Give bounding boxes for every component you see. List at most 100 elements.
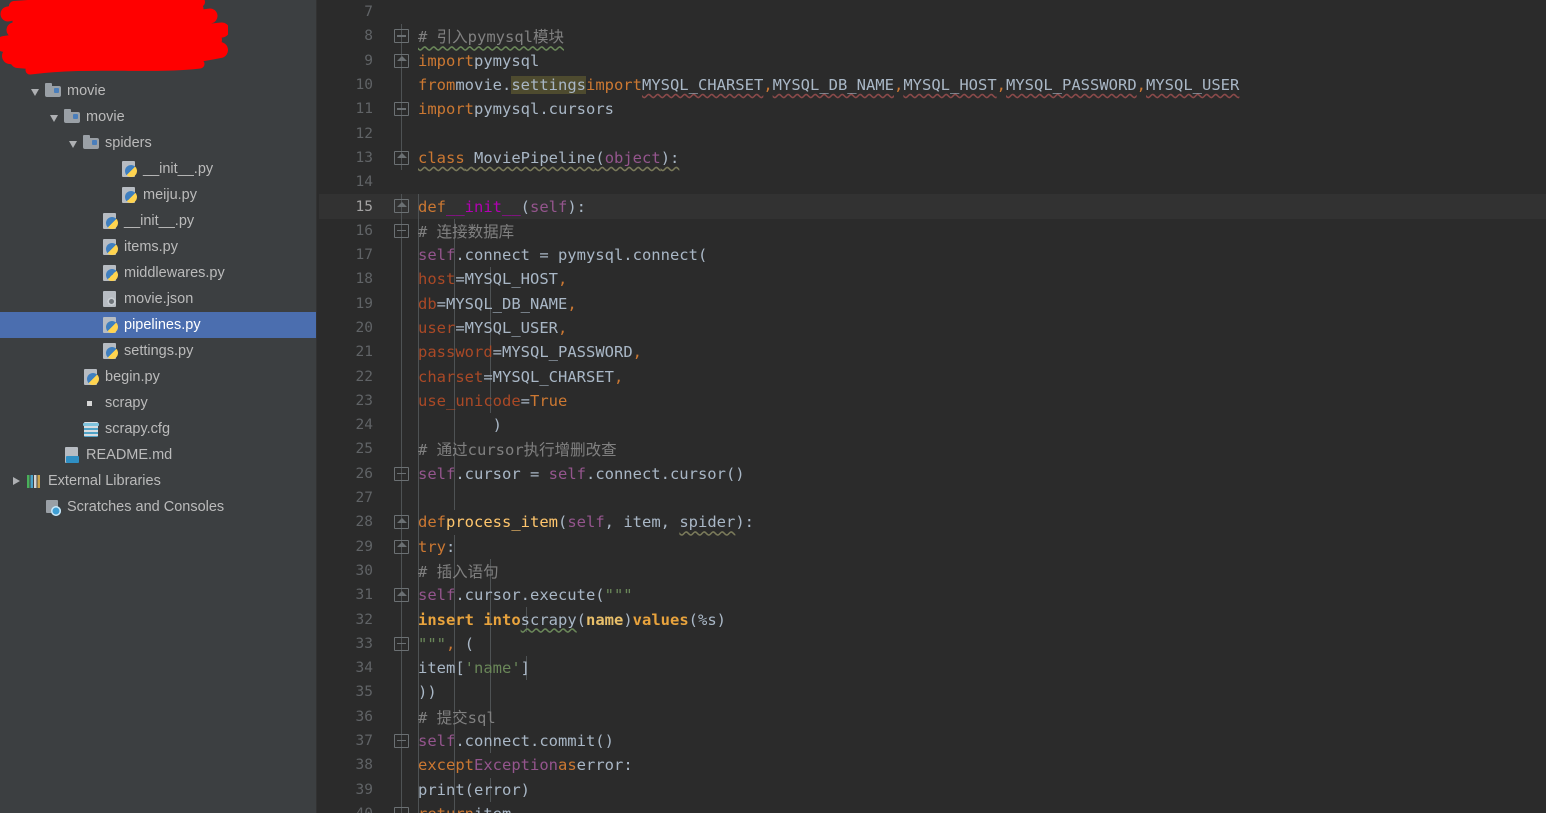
chevron-down-icon[interactable] [67, 137, 80, 150]
fold-gutter[interactable] [389, 583, 415, 608]
tree-item-movie[interactable]: movie [0, 78, 316, 104]
fold-gutter[interactable] [389, 194, 415, 219]
chevron-down-icon[interactable] [29, 85, 42, 98]
tree-item-middlewares-py[interactable]: middlewares.py [0, 260, 316, 286]
code-line[interactable]: 35 )) [319, 680, 1546, 705]
tree-item-scrapy[interactable]: scrapy [0, 390, 316, 416]
tree-item-spiders[interactable]: spiders [0, 130, 316, 156]
code-line[interactable]: 18 host = MYSQL_HOST, [319, 267, 1546, 292]
tree-item-meiju-py[interactable]: meiju.py [0, 182, 316, 208]
tree-item-begin-py[interactable]: begin.py [0, 364, 316, 390]
fold-gutter[interactable] [389, 607, 415, 632]
tree-item-redacted[interactable] [0, 26, 316, 52]
fold-gutter[interactable] [389, 388, 415, 414]
fold-gutter[interactable] [389, 242, 415, 268]
code-line[interactable]: 27 [319, 485, 1546, 511]
fold-gutter[interactable] [389, 145, 415, 171]
code-line[interactable]: 38 except Exception as error: [319, 753, 1546, 778]
fold-gutter[interactable] [389, 364, 415, 389]
tree-item-pipelines-py[interactable]: pipelines.py [0, 312, 316, 338]
fold-region-icon[interactable] [394, 636, 409, 651]
fold-region-icon[interactable] [394, 102, 409, 117]
code-line[interactable]: 21 password = MYSQL_PASSWORD, [319, 340, 1546, 365]
fold-gutter[interactable] [389, 656, 415, 681]
code-line[interactable]: 12 [319, 121, 1546, 146]
code-line[interactable]: 33 """, ( [319, 631, 1546, 657]
fold-gutter[interactable] [389, 510, 415, 535]
tree-item-settings-py[interactable]: settings.py [0, 338, 316, 364]
code-line[interactable]: 11 import pymysql.cursors [319, 97, 1546, 122]
fold-gutter[interactable] [389, 121, 415, 146]
fold-gutter[interactable] [389, 48, 415, 73]
fold-gutter[interactable] [389, 437, 415, 462]
code-line[interactable]: 23 use_unicode = True [319, 388, 1546, 414]
fold-gutter[interactable] [389, 558, 415, 584]
fold-gutter[interactable] [389, 631, 415, 657]
fold-region-icon[interactable] [394, 806, 409, 813]
fold-expanded-icon[interactable] [394, 199, 409, 214]
code-line[interactable]: 9 import pymysql [319, 48, 1546, 73]
fold-expanded-icon[interactable] [394, 53, 409, 68]
fold-gutter[interactable] [389, 413, 415, 438]
fold-gutter[interactable] [389, 534, 415, 559]
code-line[interactable]: 40 return item [319, 801, 1546, 813]
fold-gutter[interactable] [389, 753, 415, 778]
fold-expanded-icon[interactable] [394, 539, 409, 554]
code-line[interactable]: 10 from movie. settings import MYSQL_CHARS… [319, 72, 1546, 98]
code-line[interactable]: 14 [319, 170, 1546, 194]
fold-gutter[interactable] [389, 728, 415, 754]
code-line[interactable]: 31 self .cursor.execute(""" [319, 583, 1546, 608]
fold-region-icon[interactable] [394, 733, 409, 748]
code-line[interactable]: 26 self .cursor = self .connect.cursor() [319, 461, 1546, 486]
fold-gutter[interactable] [389, 218, 415, 243]
code-line[interactable]: 8 # 引入pymysql模块 [319, 24, 1546, 49]
code-line[interactable]: 36 # 提交sql [319, 704, 1546, 729]
tree-item-external-libraries[interactable]: External Libraries [0, 468, 316, 494]
code-line[interactable]: 13 class MoviePipeline(object): [319, 145, 1546, 171]
tree-item-redacted[interactable] [0, 52, 316, 78]
tree-item-init-py[interactable]: __init__.py [0, 208, 316, 234]
fold-gutter[interactable] [389, 291, 415, 316]
fold-expanded-icon[interactable] [394, 515, 409, 530]
fold-gutter[interactable] [389, 340, 415, 365]
chevron-down-icon[interactable] [48, 111, 61, 124]
tree-item-items-py[interactable]: items.py [0, 234, 316, 260]
code-line[interactable]: 24 ) [319, 413, 1546, 438]
code-line[interactable]: 19 db = MYSQL_DB_NAME, [319, 291, 1546, 316]
tree-item-movie-json[interactable]: movie.json [0, 286, 316, 312]
code-line[interactable]: 16 # 连接数据库 [319, 218, 1546, 243]
fold-gutter[interactable] [389, 97, 415, 122]
code-line[interactable]: 32 insert into scrapy(name) values (%s) [319, 607, 1546, 632]
fold-gutter[interactable] [389, 680, 415, 705]
code-line[interactable]: 34 item['name'] [319, 656, 1546, 681]
fold-region-icon[interactable] [394, 29, 409, 44]
fold-gutter[interactable] [389, 801, 415, 813]
tree-item-init-py[interactable]: __init__.py [0, 156, 316, 182]
fold-region-icon[interactable] [394, 466, 409, 481]
tree-item-readme-md[interactable]: README.md [0, 442, 316, 468]
fold-gutter[interactable] [389, 704, 415, 729]
code-line[interactable]: 7 [319, 0, 1546, 24]
code-line[interactable]: 25 # 通过cursor执行增删改查 [319, 437, 1546, 462]
project-tree[interactable]: movie movie spiders __init__.py meiju.py __in… [0, 0, 316, 520]
tree-item-scratches-and-consoles[interactable]: Scratches and Consoles [0, 494, 316, 520]
chevron-right-icon[interactable] [29, 33, 42, 46]
code-line[interactable]: 22 charset = MYSQL_CHARSET, [319, 364, 1546, 389]
code-editor[interactable]: 7 8 # 引入pymysql模块 9 import pymysql 10 from mov… [319, 0, 1546, 813]
code-line[interactable]: 39 print (error) [319, 777, 1546, 802]
fold-gutter[interactable] [389, 0, 415, 24]
code-line[interactable]: 20 user = MYSQL_USER, [319, 315, 1546, 341]
tree-item-redacted[interactable] [0, 0, 316, 26]
fold-gutter[interactable] [389, 461, 415, 486]
chevron-right-icon[interactable] [10, 475, 23, 488]
fold-gutter[interactable] [389, 170, 415, 194]
code-line[interactable]: 15 def __init__(self): [319, 194, 1546, 219]
fold-expanded-icon[interactable] [394, 150, 409, 165]
tree-item-scrapy-cfg[interactable]: scrapy.cfg [0, 416, 316, 442]
tree-item-movie[interactable]: movie [0, 104, 316, 130]
code-line[interactable]: 37 self .connect.commit() [319, 728, 1546, 754]
code-line[interactable]: 17 self .connect = pymysql.connect( [319, 242, 1546, 268]
fold-gutter[interactable] [389, 315, 415, 341]
project-tool-window[interactable]: movie movie spiders __init__.py meiju.py __in… [0, 0, 316, 813]
fold-region-icon[interactable] [394, 223, 409, 238]
